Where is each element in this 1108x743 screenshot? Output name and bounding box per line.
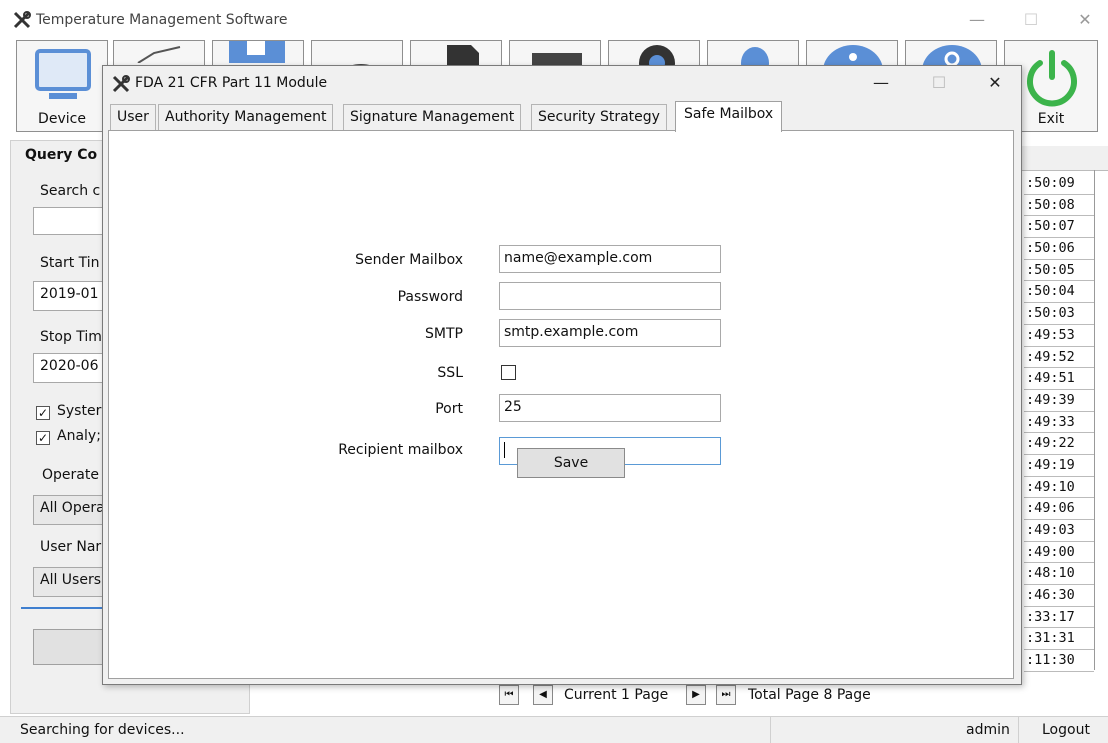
analyze-checkbox[interactable]: ✓ bbox=[36, 431, 50, 445]
log-time-cell[interactable]: :49:19 bbox=[1024, 455, 1094, 477]
dialog-logo-icon bbox=[111, 74, 131, 94]
close-icon[interactable]: ✕ bbox=[1070, 8, 1100, 32]
port-label: Port bbox=[435, 401, 463, 417]
minimize-icon[interactable]: — bbox=[962, 8, 992, 32]
log-time-cell[interactable]: :49:22 bbox=[1024, 433, 1094, 455]
log-time-cell[interactable]: :49:33 bbox=[1024, 412, 1094, 434]
smtp-label: SMTP bbox=[425, 326, 463, 342]
port-input[interactable]: 25 bbox=[499, 394, 721, 422]
next-page-button[interactable]: ▶ bbox=[686, 685, 706, 705]
dialog-title: FDA 21 CFR Part 11 Module bbox=[135, 75, 328, 91]
password-label: Password bbox=[397, 289, 463, 305]
tab-user[interactable]: User bbox=[110, 104, 156, 130]
safe-mailbox-panel: Sender Mailbox name@example.com Password… bbox=[108, 130, 1014, 679]
start-time-label: Start Tin bbox=[40, 255, 100, 271]
log-time-cell[interactable]: :33:17 bbox=[1024, 607, 1094, 629]
tab-security-strategy[interactable]: Security Strategy bbox=[531, 104, 667, 130]
log-time-cell[interactable]: :50:05 bbox=[1024, 260, 1094, 282]
user-name-label: User Nar bbox=[40, 539, 102, 555]
ssl-label: SSL bbox=[437, 365, 463, 381]
status-separator bbox=[1018, 717, 1019, 743]
log-time-cell[interactable]: :50:09 bbox=[1024, 173, 1094, 195]
sender-mailbox-input[interactable]: name@example.com bbox=[499, 245, 721, 273]
log-time-cell[interactable]: :49:52 bbox=[1024, 347, 1094, 369]
last-page-button[interactable]: ⏭ bbox=[716, 685, 736, 705]
log-time-cell[interactable]: :50:08 bbox=[1024, 195, 1094, 217]
log-time-cell[interactable]: :50:04 bbox=[1024, 281, 1094, 304]
log-time-cell[interactable]: :50:03 bbox=[1024, 303, 1094, 325]
stop-time-label: Stop Tim bbox=[40, 329, 102, 345]
prev-page-button[interactable]: ◀ bbox=[533, 685, 553, 705]
save-button[interactable]: Save bbox=[517, 448, 625, 478]
dialog-minimize-icon[interactable]: — bbox=[861, 70, 901, 96]
status-bar: Searching for devices... admin Logout bbox=[0, 716, 1108, 743]
password-input[interactable] bbox=[499, 282, 721, 310]
log-time-cell[interactable]: :49:00 bbox=[1024, 542, 1094, 564]
log-table-header bbox=[1022, 146, 1108, 171]
log-table-gridline bbox=[1094, 170, 1095, 670]
analyze-checkbox-label: Analy; bbox=[57, 428, 101, 444]
maximize-icon[interactable]: ☐ bbox=[1016, 8, 1046, 32]
search-label: Search c bbox=[40, 183, 101, 199]
chart-icon bbox=[134, 43, 184, 64]
query-panel-title: Query Co bbox=[25, 147, 98, 163]
log-time-cell[interactable]: :49:10 bbox=[1024, 477, 1094, 499]
log-time-cell[interactable]: :50:06 bbox=[1024, 238, 1094, 260]
status-separator bbox=[770, 717, 771, 743]
log-time-cell[interactable]: :31:31 bbox=[1024, 628, 1094, 651]
system-checkbox[interactable]: ✓ bbox=[36, 406, 50, 420]
fda-module-dialog: FDA 21 CFR Part 11 Module — ☐ ✕ User Aut… bbox=[102, 65, 1022, 685]
logout-link[interactable]: Logout bbox=[1042, 722, 1090, 738]
log-time-column: :50:09:50:08:50:07:50:06:50:05:50:04:50:… bbox=[1024, 173, 1094, 672]
ssl-checkbox[interactable] bbox=[501, 365, 516, 380]
smtp-input[interactable]: smtp.example.com bbox=[499, 319, 721, 347]
power-icon bbox=[1023, 49, 1081, 111]
tab-authority-management[interactable]: Authority Management bbox=[158, 104, 334, 130]
log-time-cell[interactable]: :11:30 bbox=[1024, 650, 1094, 672]
monitor-icon bbox=[35, 49, 91, 105]
log-time-cell[interactable]: :49:51 bbox=[1024, 368, 1094, 390]
log-time-cell[interactable]: :49:03 bbox=[1024, 520, 1094, 542]
recipient-mailbox-label: Recipient mailbox bbox=[338, 442, 463, 458]
status-text: Searching for devices... bbox=[20, 722, 185, 738]
app-title: Temperature Management Software bbox=[36, 12, 288, 28]
total-page-label: Total Page 8 Page bbox=[748, 687, 871, 703]
log-time-cell[interactable]: :49:53 bbox=[1024, 325, 1094, 347]
first-page-button[interactable]: ⏮ bbox=[499, 685, 519, 705]
system-checkbox-label: Syster bbox=[57, 403, 102, 419]
text-cursor bbox=[504, 442, 505, 458]
tab-safe-mailbox[interactable]: Safe Mailbox bbox=[675, 101, 783, 132]
current-page-label: Current 1 Page bbox=[564, 687, 669, 703]
operate-label: Operate bbox=[42, 467, 99, 483]
app-logo-icon bbox=[12, 10, 32, 30]
log-time-cell[interactable]: :46:30 bbox=[1024, 585, 1094, 607]
device-button-label: Device bbox=[38, 111, 86, 127]
log-time-cell[interactable]: :49:06 bbox=[1024, 498, 1094, 520]
current-user: admin bbox=[966, 722, 1010, 738]
dialog-maximize-icon[interactable]: ☐ bbox=[919, 70, 959, 96]
log-time-cell[interactable]: :49:39 bbox=[1024, 390, 1094, 412]
log-time-cell[interactable]: :48:10 bbox=[1024, 563, 1094, 586]
device-button[interactable]: Device bbox=[16, 40, 108, 132]
dialog-close-icon[interactable]: ✕ bbox=[975, 70, 1015, 96]
log-time-cell[interactable]: :50:07 bbox=[1024, 216, 1094, 239]
sender-mailbox-label: Sender Mailbox bbox=[355, 252, 463, 268]
tab-signature-management[interactable]: Signature Management bbox=[343, 104, 522, 130]
